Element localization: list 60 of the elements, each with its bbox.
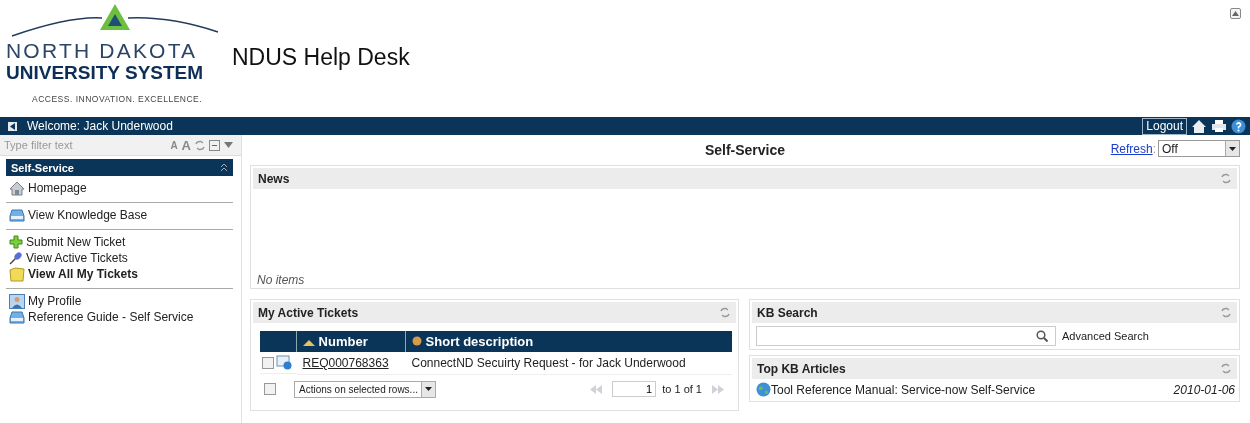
article-date: 2010-01-06 — [1173, 382, 1235, 397]
nav-link[interactable]: View Knowledge Base — [28, 207, 148, 223]
nav-link[interactable]: Reference Guide - Self Service — [28, 309, 194, 325]
page-range: to 1 of 1 — [662, 383, 702, 395]
profile-icon[interactable] — [9, 293, 25, 309]
home-icon[interactable] — [1191, 118, 1207, 134]
section-header[interactable]: Self-Service — [6, 159, 233, 176]
caret-icon[interactable] — [1229, 146, 1236, 151]
globe-icon — [756, 382, 771, 397]
page-field[interactable]: 1 — [612, 381, 657, 397]
nav-link[interactable]: My Profile — [28, 293, 82, 309]
refresh-icon[interactable] — [720, 307, 730, 318]
caret-icon[interactable] — [425, 387, 432, 391]
help-icon[interactable] — [1231, 118, 1246, 134]
refresh-separator: : — [1152, 141, 1156, 156]
pin-icon[interactable] — [9, 251, 23, 265]
tray-icon[interactable] — [9, 208, 25, 222]
panel-title: My Active Tickets — [258, 305, 359, 320]
filter-field[interactable]: Type filter text — [4, 139, 167, 151]
welcome-text: Welcome: Jack Underwood — [27, 119, 173, 133]
sort-arrow-icon[interactable] — [303, 340, 315, 346]
search-field[interactable] — [756, 326, 1056, 346]
page-title: Self-Service — [704, 142, 786, 158]
refresh-link[interactable]: Refresh — [1110, 141, 1153, 156]
column-header[interactable]: Short description — [405, 331, 732, 352]
empty-message: No items — [257, 274, 305, 286]
column-header[interactable]: Number — [296, 331, 406, 352]
collapse-icon[interactable] — [8, 121, 17, 131]
tray-icon[interactable] — [9, 310, 25, 324]
collapse-all-icon[interactable] — [209, 139, 220, 151]
refresh-select[interactable]: Off — [1158, 140, 1240, 157]
dot-icon — [412, 336, 422, 346]
app-title: NDUS Help Desk — [232, 44, 410, 71]
nav-link[interactable]: View All My Tickets — [28, 266, 138, 282]
preview-icon[interactable] — [276, 355, 292, 370]
logo-text: NORTH DAKOTA — [6, 40, 198, 62]
refresh-icon[interactable] — [195, 139, 205, 151]
table-cell: ConnectND Secuirty Request - for Jack Underwood — [405, 352, 732, 374]
select-all-checkbox[interactable] — [264, 383, 276, 395]
refresh-icon[interactable] — [1221, 173, 1231, 184]
panel-title: KB Search — [757, 305, 818, 320]
collapse-icon[interactable] — [220, 163, 228, 172]
nav-link[interactable]: View Active Tickets — [26, 250, 128, 266]
nav-link[interactable]: Homepage — [28, 180, 87, 196]
ticket-link[interactable]: REQ000768363 — [302, 355, 389, 370]
row-checkbox[interactable] — [262, 356, 274, 369]
expand-icon[interactable] — [1230, 8, 1241, 19]
nav-link[interactable]: Submit New Ticket — [26, 234, 126, 250]
panel-title: News — [258, 171, 290, 186]
advanced-search-link[interactable]: Advanced Search — [1062, 330, 1149, 342]
printer-icon[interactable] — [1211, 119, 1227, 133]
article-link[interactable]: Tool Reference Manual: Service-now Self-Service — [771, 382, 1036, 397]
logo-mark-icon — [10, 2, 220, 38]
refresh-icon[interactable] — [1221, 307, 1231, 318]
refresh-icon[interactable] — [1221, 363, 1231, 374]
panel-title: Top KB Articles — [757, 361, 846, 376]
logout-button[interactable]: Logout — [1142, 117, 1187, 135]
logo-text: UNIVERSITY SYSTEM — [6, 62, 204, 84]
logo-tagline: ACCESS. INNOVATION. EXCELLENCE. — [32, 94, 203, 104]
actions-select[interactable]: Actions on selected rows... — [294, 380, 436, 398]
